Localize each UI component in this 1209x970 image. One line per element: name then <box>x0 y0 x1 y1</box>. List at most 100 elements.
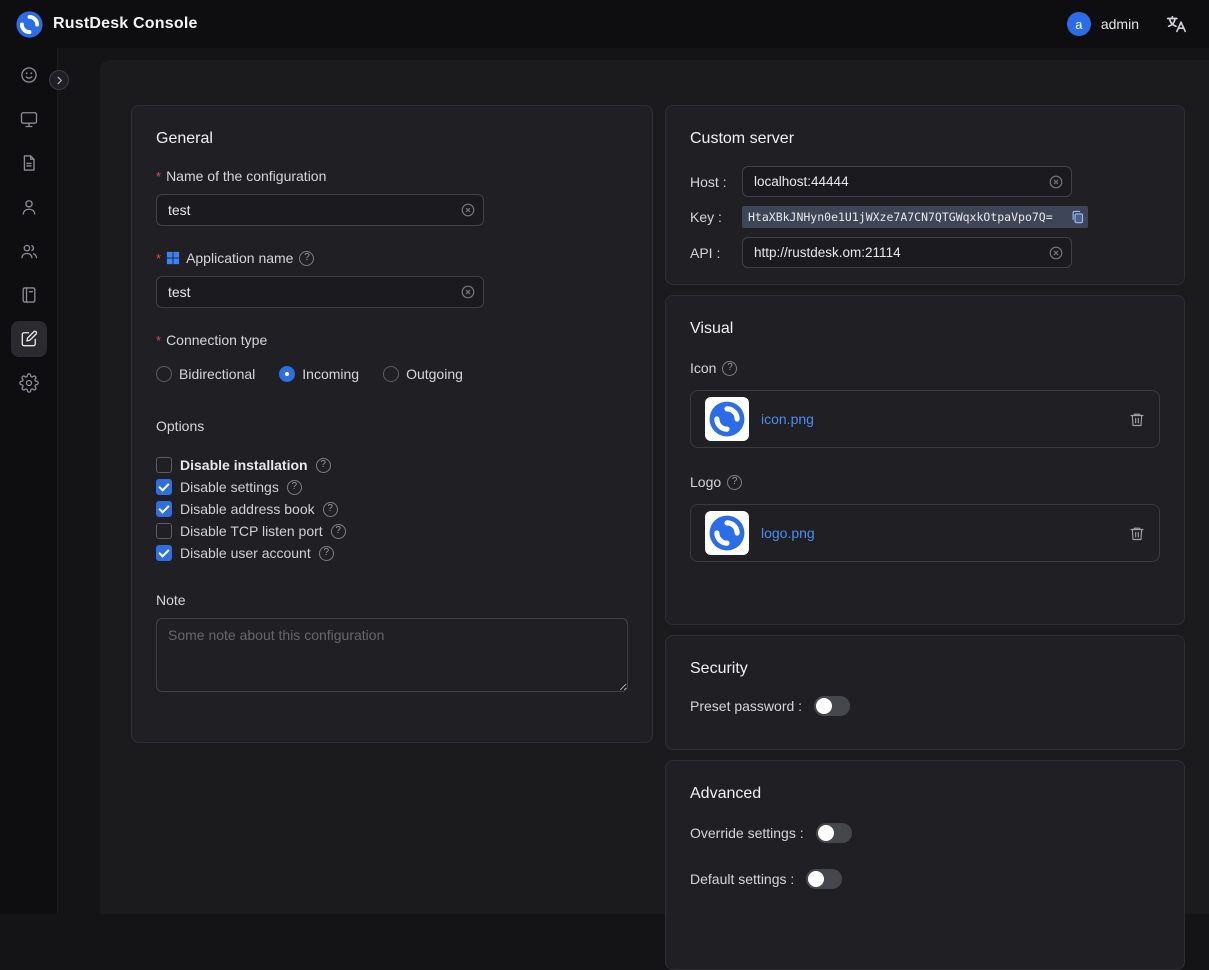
radio-circle[interactable] <box>279 366 295 382</box>
help-icon[interactable]: ? <box>722 361 737 376</box>
help-icon[interactable]: ? <box>287 480 302 495</box>
logo-upload-label: Logo ? <box>690 474 1160 490</box>
host-row: Host : <box>690 166 1160 197</box>
connection-type-label-text: Connection type <box>166 332 267 348</box>
required-asterisk: * <box>156 333 161 348</box>
override-settings-toggle[interactable] <box>816 823 852 843</box>
note-field <box>156 618 628 692</box>
help-icon[interactable]: ? <box>316 458 331 473</box>
logo-label-text: Logo <box>690 474 721 490</box>
radio-outgoing[interactable]: Outgoing <box>383 366 463 382</box>
radio-circle[interactable] <box>156 366 172 382</box>
translate-icon[interactable] <box>1165 13 1187 35</box>
override-settings-row: Override settings : <box>690 823 1160 843</box>
sidebar-item-user[interactable] <box>11 189 47 225</box>
sidebar-item-groups[interactable] <box>11 233 47 269</box>
api-row: API : <box>690 237 1160 268</box>
clear-icon[interactable] <box>461 285 475 299</box>
checkbox-box[interactable] <box>156 523 172 539</box>
application-name-label: * Application name ? <box>156 250 628 266</box>
help-icon[interactable]: ? <box>299 251 314 266</box>
help-icon[interactable]: ? <box>319 546 334 561</box>
radio-circle[interactable] <box>383 366 399 382</box>
default-settings-row: Default settings : <box>690 869 1160 889</box>
config-name-label: * Name of the configuration <box>156 168 628 184</box>
sidebar-item-documents[interactable] <box>11 145 47 181</box>
settings-icon <box>19 373 39 393</box>
config-name-input[interactable] <box>156 194 484 226</box>
document-icon <box>19 153 39 173</box>
checkbox-label: Disable TCP listen port <box>180 523 323 539</box>
security-title: Security <box>690 660 1160 678</box>
help-icon[interactable]: ? <box>331 524 346 539</box>
preset-password-toggle[interactable] <box>814 696 850 716</box>
advanced-card: Advanced Override settings : Default set… <box>665 760 1185 970</box>
rustdesk-logo-icon <box>16 11 43 38</box>
application-name-label-text: Application name <box>186 250 293 266</box>
icon-preview <box>705 397 749 441</box>
top-bar: RustDesk Console a admin <box>0 0 1209 48</box>
checkbox-box[interactable] <box>156 479 172 495</box>
icon-file-link[interactable]: icon.png <box>761 411 1129 427</box>
sidebar-item-configurations[interactable] <box>11 321 47 357</box>
checkbox-box[interactable] <box>156 545 172 561</box>
host-field <box>742 166 1072 197</box>
sidebar-item-logs[interactable] <box>11 277 47 313</box>
trash-icon[interactable] <box>1129 411 1145 428</box>
radio-bidirectional[interactable]: Bidirectional <box>156 366 255 382</box>
clear-icon[interactable] <box>1049 246 1063 260</box>
host-label: Host : <box>690 174 742 190</box>
sidebar-item-overview[interactable] <box>11 57 47 93</box>
required-asterisk: * <box>156 169 161 184</box>
help-icon[interactable]: ? <box>727 475 742 490</box>
logo-upload-box: logo.png <box>690 504 1160 562</box>
note-textarea[interactable] <box>156 618 628 692</box>
checkbox-box[interactable] <box>156 457 172 473</box>
application-name-input[interactable] <box>156 276 484 308</box>
user-name[interactable]: admin <box>1101 16 1139 32</box>
user-icon <box>19 197 39 217</box>
checkbox-disable-installation[interactable]: Disable installation ? <box>156 454 628 476</box>
checkbox-disable-user-account[interactable]: Disable user account ? <box>156 542 628 564</box>
logo-file-link[interactable]: logo.png <box>761 525 1129 541</box>
user-avatar[interactable]: a <box>1067 12 1091 36</box>
clear-icon[interactable] <box>461 203 475 217</box>
default-settings-toggle[interactable] <box>806 869 842 889</box>
override-settings-label: Override settings : <box>690 825 804 841</box>
main-panel: General * Name of the configuration * Ap… <box>100 60 1209 914</box>
visual-title: Visual <box>690 320 1160 338</box>
copy-icon[interactable] <box>1070 209 1085 225</box>
custom-server-title: Custom server <box>690 130 1160 148</box>
checkbox-disable-tcp-listen-port[interactable]: Disable TCP listen port ? <box>156 520 628 542</box>
sidebar-expand-button[interactable] <box>49 70 69 90</box>
sidebar <box>0 48 58 914</box>
custom-server-card: Custom server Host : Key : HtaXBkJNHyn0e… <box>665 105 1185 285</box>
icon-upload-label: Icon ? <box>690 360 1160 376</box>
checkbox-disable-settings[interactable]: Disable settings ? <box>156 476 628 498</box>
checkbox-label: Disable installation <box>180 457 308 473</box>
sidebar-item-devices[interactable] <box>11 101 47 137</box>
checkbox-box[interactable] <box>156 501 172 517</box>
checkbox-disable-address-book[interactable]: Disable address book ? <box>156 498 628 520</box>
api-label: API : <box>690 245 742 261</box>
radio-incoming[interactable]: Incoming <box>279 366 359 382</box>
help-icon[interactable]: ? <box>323 502 338 517</box>
windows-icon <box>166 251 180 265</box>
application-name-field <box>156 276 484 308</box>
clear-icon[interactable] <box>1049 175 1063 189</box>
security-card: Security Preset password : <box>665 635 1185 750</box>
config-name-field <box>156 194 484 226</box>
preset-password-label: Preset password : <box>690 698 802 714</box>
edit-icon <box>19 329 39 349</box>
trash-icon[interactable] <box>1129 525 1145 542</box>
connection-type-radio-group: Bidirectional Incoming Outgoing <box>156 366 628 382</box>
radio-label: Incoming <box>302 366 359 382</box>
top-bar-right: a admin <box>1067 12 1193 36</box>
right-column: Custom server Host : Key : HtaXBkJNHyn0e… <box>665 105 1185 970</box>
icon-label-text: Icon <box>690 360 716 376</box>
host-input[interactable] <box>742 166 1072 197</box>
sidebar-item-settings[interactable] <box>11 365 47 401</box>
preset-password-row: Preset password : <box>690 696 1160 716</box>
logbook-icon <box>19 285 39 305</box>
api-input[interactable] <box>742 237 1072 268</box>
